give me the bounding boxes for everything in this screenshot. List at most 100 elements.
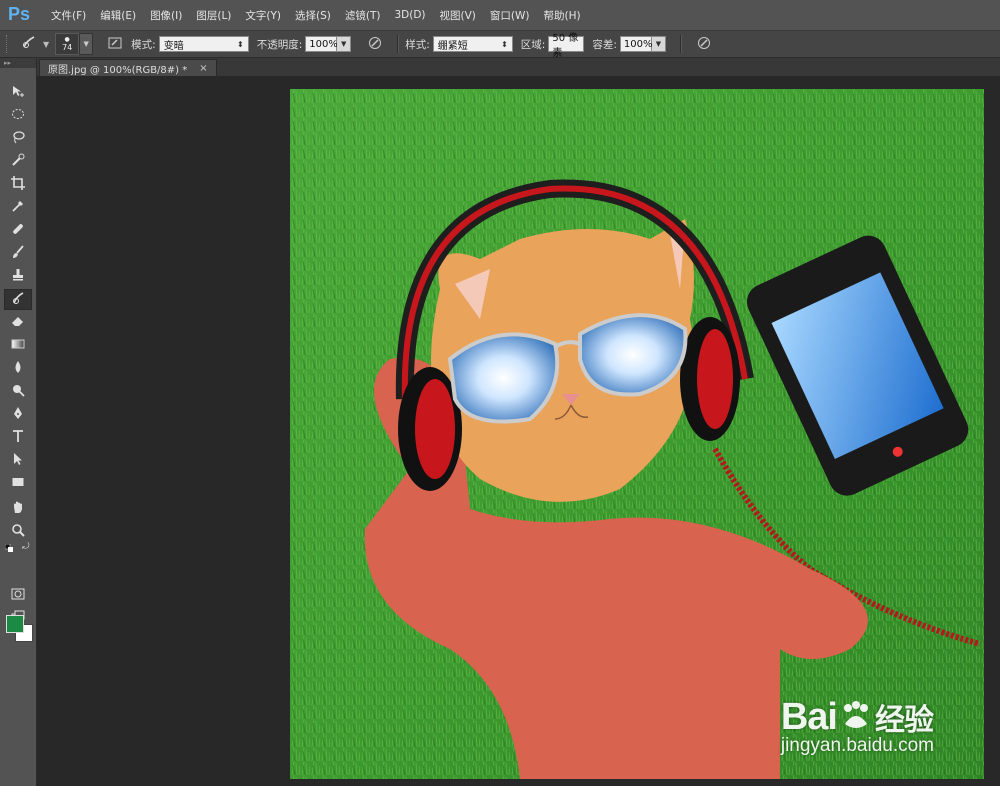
foreground-color-swatch[interactable] [6, 615, 24, 633]
style-select[interactable]: 绷紧短 ⬍ [432, 36, 513, 52]
menu-image[interactable]: 图像(I) [143, 8, 189, 23]
document-image[interactable]: Bai 经验 jingyan.baidu.com [290, 89, 984, 779]
tools-panel: ▸▸ ⤾ [0, 58, 37, 786]
dodge-icon [11, 383, 25, 400]
zoom-icon [11, 523, 25, 540]
eyedropper-tool[interactable] [4, 197, 32, 218]
area-combo: 50 像素 [548, 33, 585, 59]
brush-panel-toggle[interactable] [105, 34, 125, 54]
stamp-tool[interactable] [4, 266, 32, 287]
zoom-tool[interactable] [4, 521, 32, 542]
pen-pressure-icon [368, 36, 382, 53]
dodge-tool[interactable] [4, 381, 32, 402]
brush-size-value: 74 [62, 43, 73, 52]
lasso-tool[interactable] [4, 128, 32, 149]
opacity-field[interactable]: 100% [305, 36, 338, 52]
menu-file[interactable]: 文件(F) [44, 8, 93, 23]
close-icon[interactable]: × [199, 63, 207, 74]
move-icon [11, 84, 25, 101]
path-select-tool[interactable] [4, 450, 32, 471]
healing-tool[interactable] [4, 220, 32, 241]
quick-mask-icon [11, 587, 25, 604]
rectangle-icon [11, 475, 25, 492]
hand-tool[interactable] [4, 498, 32, 519]
tools-panel-header[interactable]: ▸▸ [0, 58, 36, 68]
default-colors-icon[interactable] [4, 543, 14, 556]
tablet-pressure-opacity-button[interactable] [365, 34, 385, 54]
style-value: 绷紧短 [437, 40, 468, 52]
ellipse-marquee-icon [11, 107, 25, 124]
art-history-brush-icon [11, 291, 25, 308]
tablet-pressure-size-button[interactable] [694, 34, 714, 54]
crop-icon [11, 176, 25, 193]
eraser-tool[interactable] [4, 312, 32, 333]
document-tab[interactable]: 原图.jpg @ 100%(RGB/8#) * × [39, 59, 217, 76]
tolerance-dropdown[interactable]: ▼ [651, 36, 666, 52]
menu-help[interactable]: 帮助(H) [537, 8, 588, 23]
area-label: 区域: [520, 38, 546, 51]
watermark-logo: Bai 经验 [781, 695, 934, 739]
gradient-icon [11, 337, 25, 354]
pen-icon [11, 406, 25, 423]
eraser-icon [11, 314, 25, 331]
menu-layer[interactable]: 图层(L) [189, 8, 238, 23]
move-tool[interactable] [4, 82, 32, 103]
bandage-icon [11, 222, 25, 239]
quick-select-icon [11, 153, 25, 170]
opacity-label: 不透明度: [256, 38, 303, 51]
stamp-icon [11, 268, 25, 285]
document-tab-title: 原图.jpg @ 100%(RGB/8#) * [48, 64, 188, 76]
options-grip[interactable] [6, 35, 11, 53]
pen-pressure-icon [697, 36, 711, 53]
marquee-tool[interactable] [4, 105, 32, 126]
baidu-jingyan-watermark: Bai 经验 jingyan.baidu.com [781, 695, 934, 757]
gradient-tool[interactable] [4, 335, 32, 356]
menu-items: 文件(F) 编辑(E) 图像(I) 图层(L) 文字(Y) 选择(S) 滤镜(T… [44, 0, 588, 30]
watermark-brand-suffix: 经验 [874, 704, 934, 737]
crop-tool[interactable] [4, 174, 32, 195]
style-label: 样式: [405, 38, 430, 51]
cat-photo [290, 89, 984, 779]
options-bar: ▼ ● 74 ▼ 模式: 变暗 ⬍ 不透明度: 100% ▼ 样式: 绷紧短 ⬍… [0, 31, 1000, 59]
pen-tool[interactable] [4, 404, 32, 425]
type-tool[interactable] [4, 427, 32, 448]
divider [397, 35, 400, 53]
shape-tool[interactable] [4, 473, 32, 494]
menu-3d[interactable]: 3D(D) [387, 9, 432, 21]
menu-edit[interactable]: 编辑(E) [93, 8, 143, 23]
paw-icon [839, 700, 873, 734]
art-history-brush-icon [21, 34, 37, 54]
drop-icon [11, 360, 25, 377]
arrow-icon [11, 452, 25, 469]
quick-select-tool[interactable] [4, 151, 32, 172]
photoshop-logo: Ps [8, 4, 31, 24]
tool-preset-picker[interactable] [15, 33, 43, 55]
brush-size-picker[interactable]: ● 74 [55, 33, 80, 55]
watermark-url: jingyan.baidu.com [780, 735, 934, 756]
brush-picker-dropdown[interactable]: ▼ [79, 33, 94, 55]
chevron-down-icon[interactable]: ▼ [43, 40, 49, 49]
brush-icon [11, 245, 25, 262]
updown-arrow-icon: ⬍ [237, 39, 244, 49]
tolerance-combo: 100% ▼ [619, 36, 666, 52]
mode-select[interactable]: 变暗 ⬍ [158, 36, 249, 52]
swap-colors-icon[interactable]: ⤾ [22, 542, 30, 552]
menu-type[interactable]: 文字(Y) [238, 8, 288, 23]
document-tab-bar: 原图.jpg @ 100%(RGB/8#) * × [37, 58, 1000, 76]
quick-mask-button[interactable] [4, 585, 32, 606]
menu-window[interactable]: 窗口(W) [483, 8, 537, 23]
type-icon [11, 429, 25, 446]
blur-tool[interactable] [4, 358, 32, 379]
menu-view[interactable]: 视图(V) [433, 8, 483, 23]
tolerance-label: 容差: [592, 38, 617, 51]
area-field[interactable]: 50 像素 [548, 33, 585, 59]
brush-panel-icon [108, 36, 122, 53]
hand-icon [11, 500, 25, 517]
menu-filter[interactable]: 滤镜(T) [338, 8, 388, 23]
tolerance-field[interactable]: 100% [619, 36, 652, 52]
brush-tool[interactable] [4, 243, 32, 264]
menu-select[interactable]: 选择(S) [288, 8, 338, 23]
updown-arrow-icon: ⬍ [501, 39, 508, 49]
opacity-dropdown[interactable]: ▼ [337, 36, 352, 52]
history-brush-tool[interactable] [4, 289, 32, 310]
